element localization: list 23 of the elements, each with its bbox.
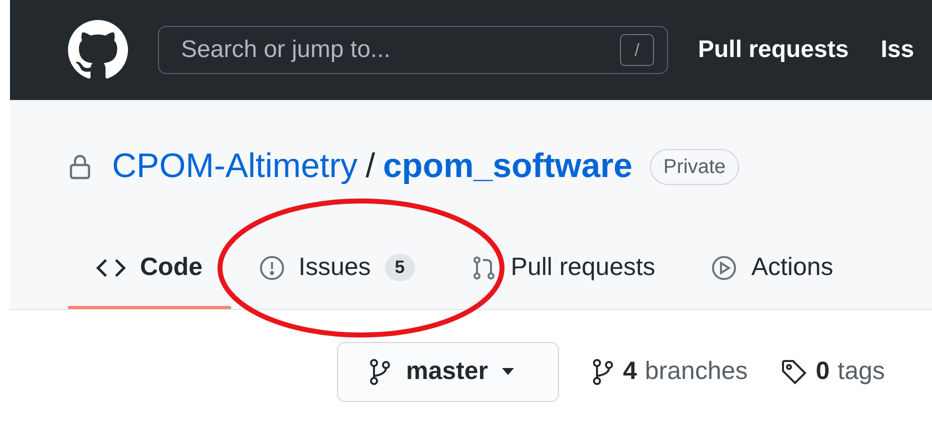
stat-link[interactable]: 4 branches (591, 352, 748, 390)
octocat-logo-icon[interactable] (68, 20, 128, 80)
stat-link[interactable]: 0 tags (780, 352, 885, 390)
lock-icon (68, 152, 92, 181)
repo-owner-link[interactable]: CPOM-Altimetry (112, 141, 358, 192)
play-icon (711, 254, 738, 280)
code-icon (96, 256, 126, 278)
visibility-label: Private (650, 148, 739, 185)
branch-select-button[interactable]: master (337, 342, 559, 402)
repo-tab[interactable]: Actions (683, 229, 862, 309)
keyboard-shortcut-key: / (620, 34, 654, 66)
nav-link[interactable]: Pull requests (698, 32, 849, 68)
branch-icon (591, 358, 615, 386)
caret-icon (502, 368, 514, 376)
repo-name-link[interactable]: cpom_software (383, 141, 632, 192)
nav-link[interactable]: Iss (880, 32, 914, 68)
repo-tab[interactable]: Code (68, 229, 230, 309)
path-separator: / (366, 146, 376, 188)
tag-icon (780, 358, 808, 386)
repo-tab[interactable]: Pull requests (442, 229, 684, 309)
issue-icon (258, 254, 284, 280)
pull-request-icon (470, 254, 497, 280)
branch-icon (368, 358, 392, 386)
